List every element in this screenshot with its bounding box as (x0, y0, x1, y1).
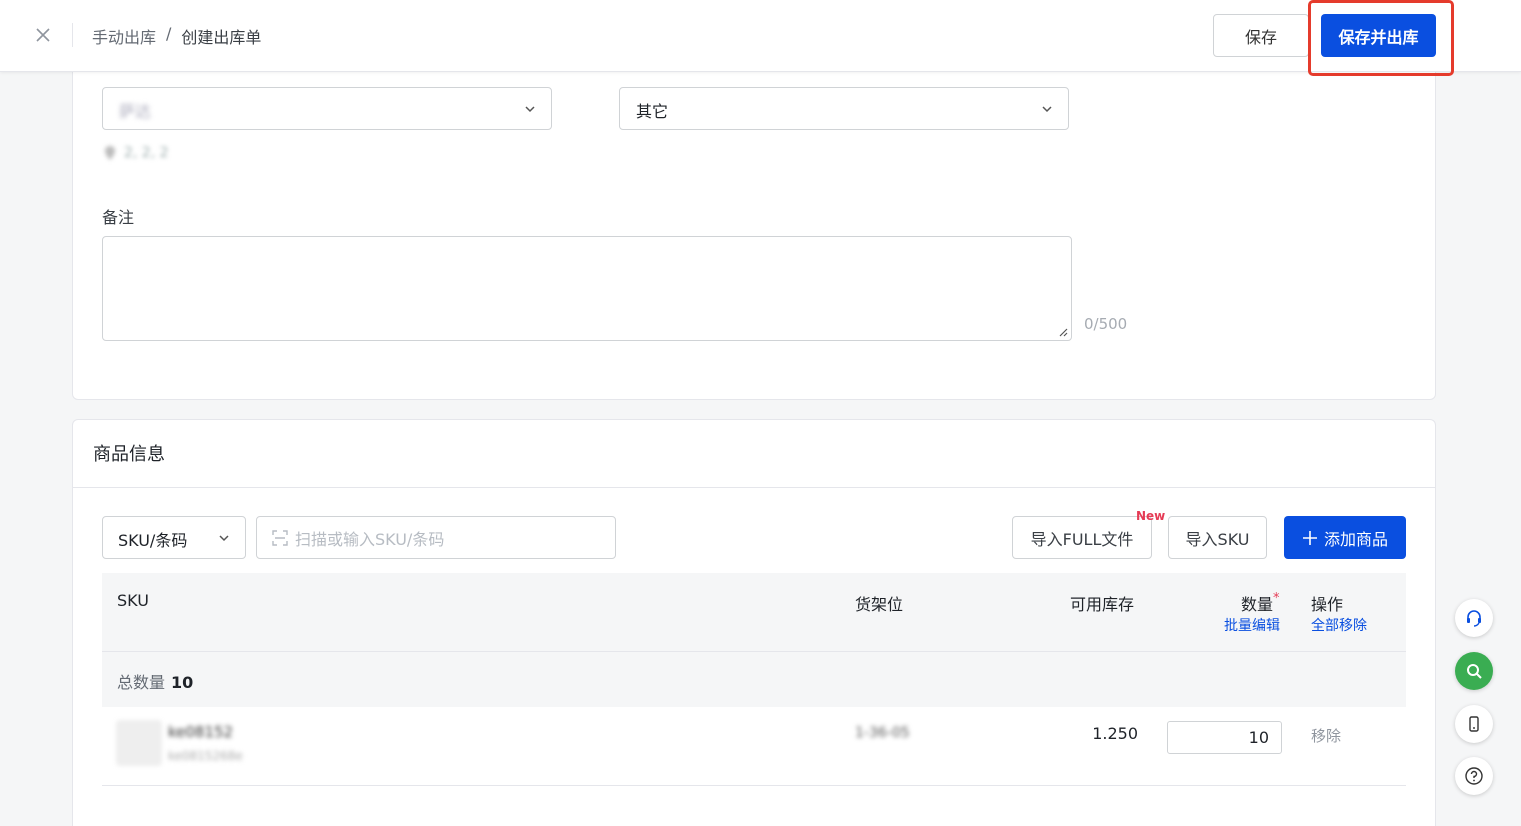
sku-search-input[interactable]: 扫描或输入SKU/条码 (256, 516, 616, 559)
total-quantity-row: 总数量 10 (102, 651, 1406, 707)
chevron-down-icon (219, 535, 229, 542)
divider (72, 23, 73, 47)
import-full-button[interactable]: 导入FULL文件 (1012, 516, 1152, 559)
row-sku: ke08152 (168, 723, 234, 741)
chevron-down-icon (1042, 106, 1052, 113)
remove-all-link[interactable]: 全部移除 (1311, 615, 1367, 635)
breadcrumb-separator: / (166, 24, 172, 43)
breadcrumb-root[interactable]: 手动出库 (92, 24, 156, 48)
goods-section-title: 商品信息 (93, 444, 165, 465)
divider (73, 487, 1435, 488)
outbound-type-value: 其它 (636, 102, 669, 121)
location-icon (105, 146, 115, 160)
product-image (116, 720, 162, 766)
column-shelf: 货架位 (855, 595, 904, 614)
warehouse-value: 萨达 (119, 102, 152, 121)
scan-icon (272, 529, 288, 546)
save-and-outbound-button[interactable]: 保存并出库 (1321, 14, 1436, 57)
mobile-icon[interactable] (1455, 705, 1493, 743)
close-icon[interactable] (30, 22, 56, 48)
import-sku-button[interactable]: 导入SKU (1168, 516, 1267, 559)
warehouse-select[interactable]: 萨达 (102, 87, 552, 130)
column-available-stock: 可用库存 (1070, 595, 1135, 614)
remark-label: 备注 (102, 208, 135, 227)
new-badge: New (1136, 509, 1166, 523)
search-type-value: SKU/条码 (118, 531, 188, 550)
chevron-down-icon (525, 106, 535, 113)
search-placeholder: 扫描或输入SKU/条码 (295, 529, 445, 549)
page-header: 手动出库 / 创建出库单 保存 (0, 0, 1521, 72)
outbound-type-select[interactable]: 其它 (619, 87, 1069, 130)
batch-edit-link[interactable]: 批量编辑 (1224, 615, 1280, 635)
row-sku-sub: ke0815268e (168, 749, 243, 763)
table-header: SKU 货架位 可用库存 数量* 批量编辑 操作 全部移除 (102, 573, 1406, 651)
remark-textarea[interactable] (102, 236, 1072, 341)
warehouse-address-text: 2, 2, 2 (124, 145, 169, 161)
total-quantity-label: 总数量 (117, 673, 166, 692)
breadcrumb-current: 创建出库单 (181, 28, 262, 47)
column-quantity: 数量* (1241, 591, 1280, 615)
row-quantity-input[interactable]: 10 (1167, 721, 1282, 754)
table-row: ke08152 ke0815268e 1-36-05 1.250 10 移除 (102, 707, 1406, 786)
row-remove-link[interactable]: 移除 (1311, 725, 1341, 746)
total-quantity: 总数量 10 (117, 669, 193, 693)
save-button[interactable]: 保存 (1213, 14, 1309, 57)
row-available-stock: 1.250 (1092, 724, 1138, 743)
total-quantity-value: 10 (171, 673, 194, 692)
row-shelf: 1-36-05 (855, 725, 910, 741)
column-quantity-label: 数量 (1241, 595, 1274, 614)
breadcrumb: 手动出库 / 创建出库单 (92, 24, 261, 48)
required-star: * (1273, 591, 1280, 606)
warehouse-address: 2, 2, 2 (102, 145, 169, 161)
remark-char-counter: 0/500 (1084, 315, 1128, 333)
plus-icon (1302, 530, 1317, 545)
customer-service-icon[interactable] (1455, 599, 1493, 637)
search-icon[interactable] (1455, 652, 1493, 690)
resize-handle-icon[interactable] (1058, 327, 1068, 337)
help-icon[interactable] (1455, 757, 1493, 795)
add-product-label: 添加商品 (1323, 529, 1388, 549)
column-actions: 操作 (1311, 595, 1344, 614)
column-sku: SKU (117, 591, 149, 610)
search-type-select[interactable]: SKU/条码 (102, 516, 246, 559)
add-product-button[interactable]: 添加商品 (1284, 516, 1406, 559)
